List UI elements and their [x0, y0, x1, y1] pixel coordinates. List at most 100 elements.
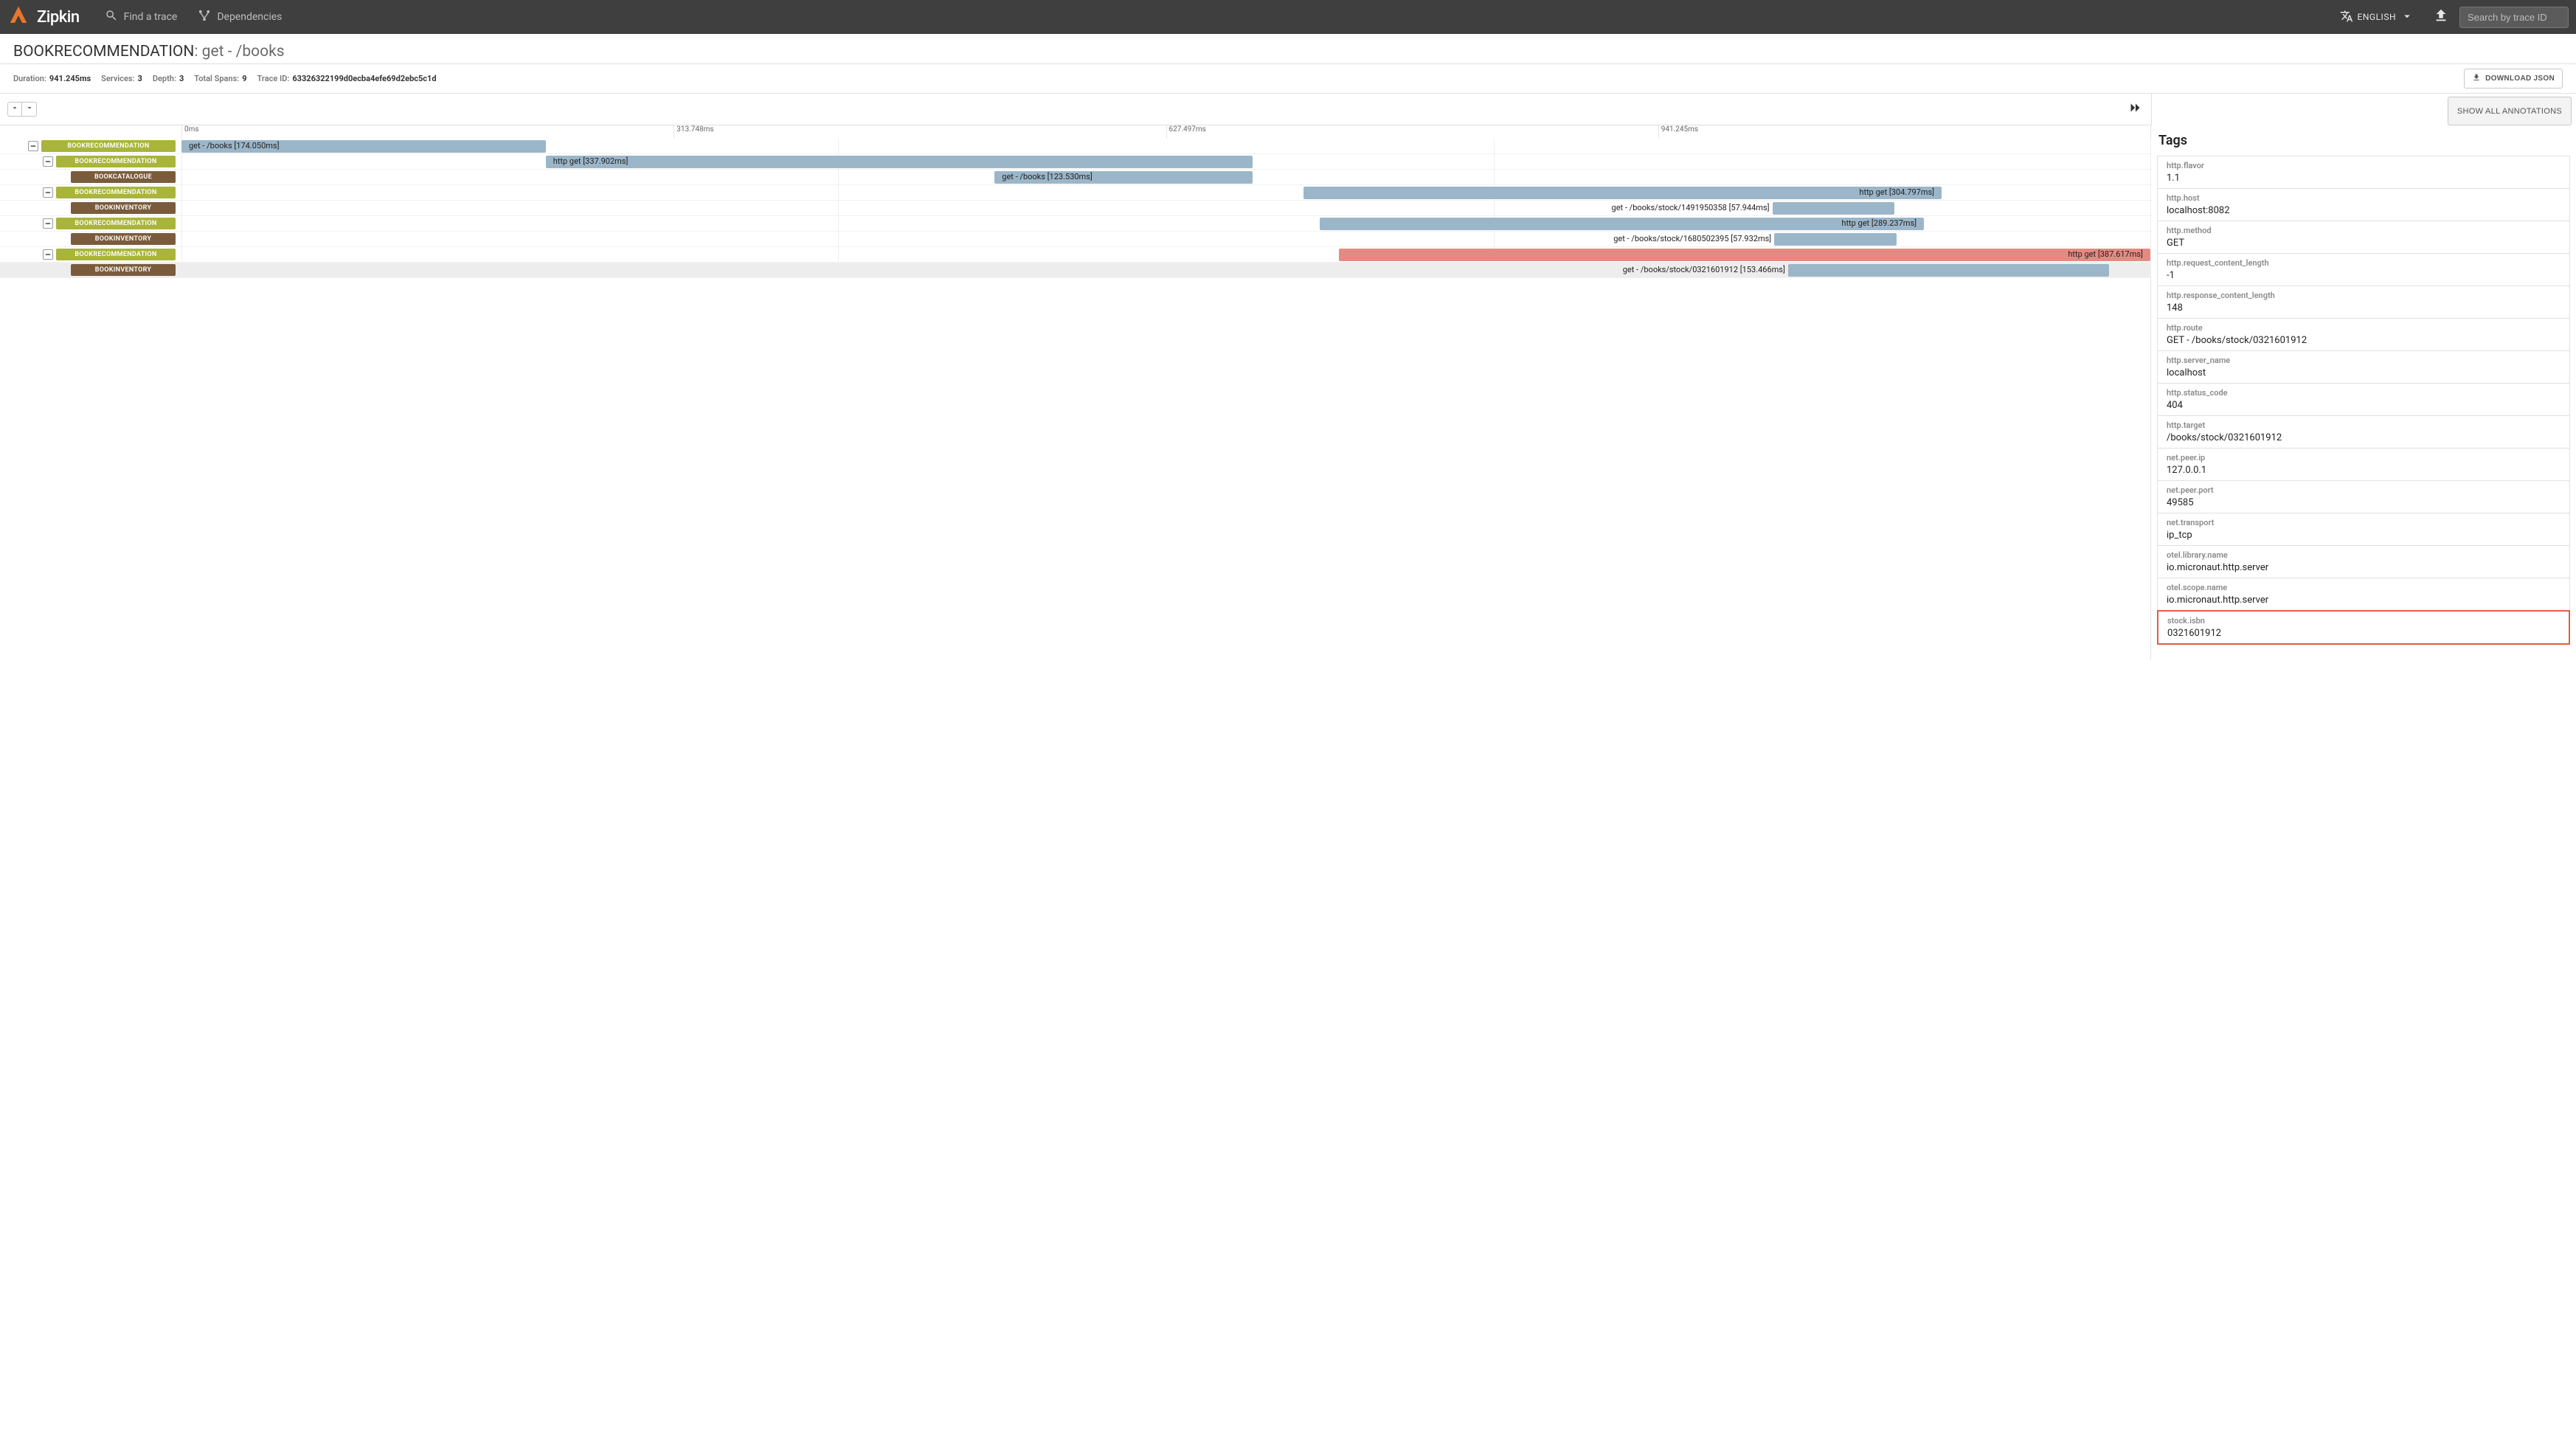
span-bar-cell: http get [337.902ms] [181, 154, 2150, 169]
span-row[interactable]: BOOKCATALOGUEget - /books [123.530ms] [0, 170, 2150, 185]
span-bar-cell: get - /books [174.050ms] [181, 139, 2150, 153]
tag-value: 148 [2167, 302, 2561, 314]
title-service: BOOKRECOMMENDATION [13, 43, 194, 60]
tag-item[interactable]: otel.scope.nameio.micronaut.http.server [2157, 578, 2570, 610]
tag-item[interactable]: net.peer.port49585 [2157, 480, 2570, 513]
tag-item[interactable]: http.flavor 1.1 [2157, 156, 2570, 188]
download-json-button[interactable]: DOWNLOAD JSON [2464, 69, 2563, 89]
timeline-toolbar [0, 94, 2151, 125]
span-row[interactable]: BOOKRECOMMENDATION http get [289.237ms] [0, 216, 2150, 232]
span-bar[interactable]: get - /books/stock/1680502395 [57.932ms] [1774, 233, 1896, 246]
tag-item[interactable]: http.target/books/stock/0321601912 [2157, 415, 2570, 448]
tag-key: otel.scope.name [2167, 583, 2561, 592]
tags-title: Tags [2158, 133, 2569, 148]
span-bar-cell: http get [387.617ms] [181, 247, 2150, 262]
tree-toggle[interactable] [43, 187, 53, 198]
span-row[interactable]: BOOKINVENTORY get - /books/stock/03216019… [0, 263, 2150, 278]
tag-list: http.flavor1.1http.hostlocalhost:8082htt… [2157, 156, 2570, 645]
span-row[interactable]: BOOKRECOMMENDATIONget - /books [174.050m… [0, 139, 2150, 154]
span-tree-cell: BOOKRECOMMENDATION [0, 156, 181, 167]
timeline-ticks: 0ms313.748ms627.497ms941.245ms [0, 125, 2150, 139]
span-bar[interactable]: get - /books/stock/0321601912 [153.466ms… [1788, 264, 2109, 277]
span-bar[interactable]: http get [387.617ms] [1339, 249, 2150, 261]
prev-span-button[interactable] [7, 102, 22, 117]
span-bar-label: http get [387.617ms] [2063, 249, 2147, 259]
translate-icon [2340, 10, 2353, 25]
tag-value: io.micronaut.http.server [2167, 562, 2561, 573]
span-bar-cell: get - /books/stock/1491950358 [57.944ms] [181, 201, 2150, 215]
chevron-down-icon [25, 103, 34, 115]
span-bar[interactable]: http get [337.902ms] [546, 156, 1253, 168]
span-bar[interactable]: http get [304.797ms] [1303, 187, 1942, 199]
tag-item[interactable]: http.request_content_length-1 [2157, 253, 2570, 285]
zipkin-logo-icon [7, 4, 30, 30]
main-split: 0ms313.748ms627.497ms941.245ms BOOKRECOM… [0, 125, 2576, 659]
meta-services-label: Services: [101, 74, 134, 83]
span-row[interactable]: BOOKRECOMMENDATION http get [304.797ms] [0, 185, 2150, 201]
tag-value: localhost [2167, 367, 2561, 378]
language-selector[interactable]: ENGLISH [2331, 10, 2423, 25]
span-row[interactable]: BOOKRECOMMENDATION http get [337.902ms] [0, 154, 2150, 170]
search-input[interactable] [2459, 7, 2569, 28]
nav-dependencies[interactable]: Dependencies [187, 9, 292, 25]
tag-key: http.status_code [2167, 388, 2561, 398]
span-bar[interactable]: http get [289.237ms] [1320, 218, 1924, 230]
span-bar-label: http get [304.797ms] [1855, 187, 1939, 197]
nav-find-trace[interactable]: Find a trace [94, 9, 188, 25]
service-badge: BOOKRECOMMENDATION [56, 187, 176, 198]
brand-text: Zipkin [37, 8, 80, 27]
span-row[interactable]: BOOKRECOMMENDATIONhttp get [387.617ms] [0, 247, 2150, 263]
span-bar[interactable]: get - /books/stock/1491950358 [57.944ms] [1773, 202, 1894, 215]
tag-item[interactable]: http.routeGET - /books/stock/0321601912 [2157, 318, 2570, 350]
tag-value: GET [2167, 238, 2561, 249]
title-bar: BOOKRECOMMENDATION: get - /books [0, 34, 2576, 64]
download-icon [2472, 73, 2481, 84]
service-badge: BOOKINVENTORY [71, 202, 176, 214]
span-bar-cell: get - /books/stock/1680502395 [57.932ms] [181, 232, 2150, 246]
tag-item[interactable]: net.transportip_tcp [2157, 513, 2570, 545]
span-row[interactable]: BOOKINVENTORY get - /books/stock/14919503… [0, 201, 2150, 216]
span-bar-label: http get [337.902ms] [549, 156, 633, 166]
tag-item[interactable]: http.methodGET [2157, 221, 2570, 253]
span-tree-cell: BOOKRECOMMENDATION [0, 218, 181, 229]
tag-value: 0321601912 [2167, 628, 2560, 639]
service-badge: BOOKINVENTORY [71, 264, 176, 276]
tag-item[interactable]: otel.library.nameio.micronaut.http.serve… [2157, 545, 2570, 578]
meta-depth-value: 3 [179, 74, 184, 83]
tag-item[interactable]: http.server_namelocalhost [2157, 350, 2570, 383]
meta-depth-label: Depth: [153, 74, 176, 83]
span-bar-label: get - /books/stock/0321601912 [153.466ms… [1618, 265, 1788, 274]
tag-item[interactable]: stock.isbn0321601912 [2157, 610, 2570, 645]
tree-toggle[interactable] [28, 141, 38, 151]
meta-services-value: 3 [138, 74, 142, 83]
tag-value: 127.0.0.1 [2167, 465, 2561, 476]
meta-spans-value: 9 [242, 74, 246, 83]
span-bar-cell: http get [304.797ms] [181, 185, 2150, 200]
upload-button[interactable] [2423, 7, 2459, 27]
span-bar[interactable]: get - /books [123.530ms] [994, 171, 1253, 184]
next-span-button[interactable] [22, 102, 37, 117]
tag-key: net.peer.port [2167, 485, 2561, 495]
service-badge: BOOKRECOMMENDATION [56, 218, 176, 229]
span-bar[interactable]: get - /books [174.050ms] [181, 140, 546, 153]
tag-item[interactable]: http.status_code404 [2157, 383, 2570, 415]
tag-key: http.flavor [2167, 161, 2561, 170]
tag-item[interactable]: http.response_content_length148 [2157, 285, 2570, 318]
span-bar-label: get - /books/stock/1491950358 [57.944ms] [1607, 203, 1773, 212]
logo[interactable]: Zipkin [7, 4, 80, 30]
tag-item[interactable]: net.peer.ip127.0.0.1 [2157, 448, 2570, 480]
show-all-annotations-button[interactable]: SHOW ALL ANNOTATIONS [2448, 97, 2572, 125]
download-label: DOWNLOAD JSON [2485, 75, 2555, 83]
tree-toggle[interactable] [43, 249, 53, 260]
tag-value: GET - /books/stock/0321601912 [2167, 335, 2561, 346]
search-icon [105, 9, 118, 25]
span-tree-cell: BOOKINVENTORY [0, 202, 181, 214]
collapse-detail-button[interactable] [2127, 100, 2144, 119]
tree-toggle[interactable] [43, 156, 53, 167]
tag-key: net.transport [2167, 518, 2561, 527]
tree-toggle[interactable] [43, 218, 53, 229]
span-tree-cell: BOOKRECOMMENDATION [0, 140, 181, 152]
span-row[interactable]: BOOKINVENTORYget - /books/stock/16805023… [0, 232, 2150, 247]
tag-value: 1.1 [2167, 173, 2561, 184]
tag-item[interactable]: http.hostlocalhost:8082 [2157, 188, 2570, 221]
